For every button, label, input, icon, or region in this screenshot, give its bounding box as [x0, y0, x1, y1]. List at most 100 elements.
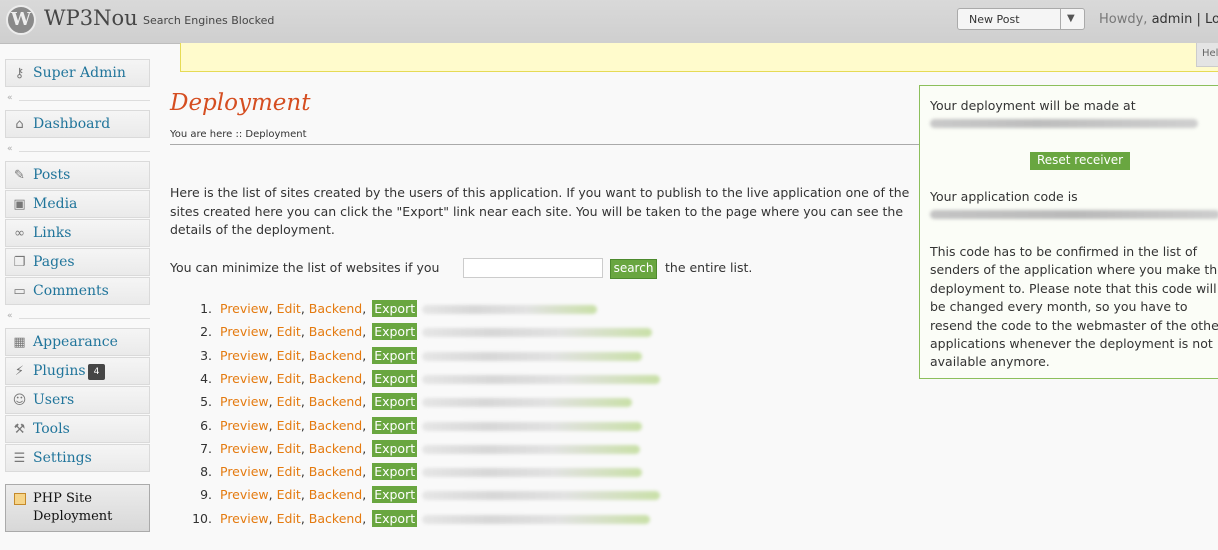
backend-link[interactable]: Backend: [309, 487, 362, 502]
redacted-site-url[interactable]: [422, 514, 650, 524]
menu-separator[interactable]: «: [5, 93, 150, 104]
preview-link[interactable]: Preview: [220, 301, 269, 316]
edit-link[interactable]: Edit: [277, 348, 301, 363]
export-button[interactable]: Export: [372, 300, 418, 317]
edit-link[interactable]: Edit: [277, 511, 301, 526]
backend-link[interactable]: Backend: [309, 441, 362, 456]
backend-link[interactable]: Backend: [309, 371, 362, 386]
menu-comments[interactable]: ▭ Comments: [5, 277, 150, 305]
export-button[interactable]: Export: [372, 393, 418, 411]
application-code-text: Your application code is: [930, 189, 1078, 204]
backend-link[interactable]: Backend: [309, 348, 362, 363]
edit-link[interactable]: Edit: [277, 301, 301, 316]
menu-posts[interactable]: ✎ Posts: [5, 161, 150, 189]
backend-link[interactable]: Backend: [309, 301, 362, 316]
edit-link[interactable]: Edit: [277, 371, 301, 386]
preview-link[interactable]: Preview: [220, 348, 269, 363]
action-separator: ,: [300, 417, 309, 433]
menu-super-admin[interactable]: ⚷ Super Admin: [5, 59, 150, 87]
preview-link[interactable]: Preview: [220, 487, 269, 502]
action-separator: ,: [300, 487, 309, 503]
menu-appearance[interactable]: ▦ Appearance: [5, 328, 150, 356]
menu-label: Users: [33, 392, 75, 408]
preview-link[interactable]: Preview: [220, 418, 269, 433]
menu-media[interactable]: ▣ Media: [5, 190, 150, 218]
title-divider: [170, 144, 920, 145]
edit-link[interactable]: Edit: [277, 441, 301, 456]
site-number: 8.: [200, 464, 212, 480]
preview-link[interactable]: Preview: [220, 324, 269, 339]
edit-link[interactable]: Edit: [277, 418, 301, 433]
redacted-site-url[interactable]: [422, 328, 652, 338]
separator-line: [19, 151, 150, 152]
menu-tools[interactable]: ⚒ Tools: [5, 415, 150, 443]
backend-link[interactable]: Backend: [309, 511, 362, 526]
redacted-site-url[interactable]: [422, 491, 660, 501]
edit-link[interactable]: Edit: [277, 464, 301, 479]
redacted-site-url[interactable]: [422, 421, 642, 431]
action-separator: ,: [300, 301, 309, 316]
site-filter-input[interactable]: [463, 258, 603, 278]
edit-link[interactable]: Edit: [277, 487, 301, 502]
menu-links[interactable]: ∞ Links: [5, 219, 150, 247]
menu-settings[interactable]: ☰ Settings: [5, 444, 150, 472]
redacted-site-url[interactable]: [422, 374, 660, 384]
menu-plugins[interactable]: ⚡ Plugins 4: [5, 357, 150, 385]
action-separator: ,: [362, 487, 371, 503]
redacted-site-url[interactable]: [422, 305, 597, 314]
backend-link[interactable]: Backend: [309, 418, 362, 433]
chevron-down-icon[interactable]: ▼: [1067, 13, 1075, 24]
deployment-info-box: Your deployment will be made at Reset re…: [919, 85, 1218, 379]
action-separator: ,: [300, 370, 309, 386]
export-button[interactable]: Export: [372, 509, 418, 527]
menu-dashboard[interactable]: ⌂ Dashboard: [5, 110, 150, 138]
preview-link[interactable]: Preview: [220, 394, 269, 409]
action-separator: ,: [268, 510, 277, 526]
backend-link[interactable]: Backend: [309, 394, 362, 409]
edit-link[interactable]: Edit: [277, 324, 301, 339]
preview-link[interactable]: Preview: [220, 511, 269, 526]
new-post-dropdown[interactable]: New Post ▼: [957, 8, 1085, 30]
backend-link[interactable]: Backend: [309, 464, 362, 479]
preview-link[interactable]: Preview: [220, 464, 269, 479]
menu-php-site-deployment[interactable]: PHP Site Deployment: [5, 484, 150, 532]
export-button[interactable]: Export: [372, 439, 418, 457]
new-post-label[interactable]: New Post: [969, 13, 1020, 26]
site-number: 7.: [200, 440, 212, 456]
reset-receiver-button[interactable]: Reset receiver: [1030, 152, 1130, 170]
preview-link[interactable]: Preview: [220, 441, 269, 456]
help-tab[interactable]: Hel: [1196, 43, 1218, 67]
menu-users[interactable]: ☺ Users: [5, 386, 150, 414]
redacted-site-url[interactable]: [422, 468, 642, 478]
redacted-site-url[interactable]: [422, 444, 640, 454]
redacted-site-url[interactable]: [422, 351, 642, 361]
collapse-arrow-icon[interactable]: «: [7, 144, 13, 154]
export-button[interactable]: Export: [372, 369, 418, 387]
export-button[interactable]: Export: [372, 416, 418, 434]
export-button[interactable]: Export: [372, 486, 418, 504]
menu-separator[interactable]: «: [5, 144, 150, 155]
search-button[interactable]: search: [610, 259, 657, 279]
redacted-site-url[interactable]: [422, 398, 632, 408]
collapse-arrow-icon[interactable]: «: [7, 311, 13, 321]
export-button[interactable]: Export: [372, 323, 418, 341]
menu-label: Settings: [33, 450, 92, 466]
code-confirmation-note: This code has to be confirmed in the lis…: [930, 244, 1218, 370]
preview-link[interactable]: Preview: [220, 371, 269, 386]
site-visibility-status[interactable]: Search Engines Blocked: [143, 14, 274, 27]
menu-label: Appearance: [33, 334, 118, 350]
edit-link[interactable]: Edit: [277, 394, 301, 409]
menu-separator[interactable]: «: [5, 311, 150, 322]
tools-icon: ⚒: [13, 422, 26, 437]
wordpress-logo-icon[interactable]: W: [6, 5, 36, 35]
menu-pages[interactable]: ❐ Pages: [5, 248, 150, 276]
collapse-arrow-icon[interactable]: «: [7, 93, 13, 103]
site-actions: Preview, Edit, Backend, Export: [220, 393, 418, 411]
username-link[interactable]: admin: [1152, 12, 1193, 27]
logout-link[interactable]: Lo: [1205, 12, 1218, 27]
site-title[interactable]: WP3Nou: [44, 6, 138, 30]
export-button[interactable]: Export: [372, 463, 418, 481]
export-button[interactable]: Export: [372, 346, 418, 364]
backend-link[interactable]: Backend: [309, 324, 362, 339]
site-actions: Preview, Edit, Backend, Export: [220, 369, 418, 387]
